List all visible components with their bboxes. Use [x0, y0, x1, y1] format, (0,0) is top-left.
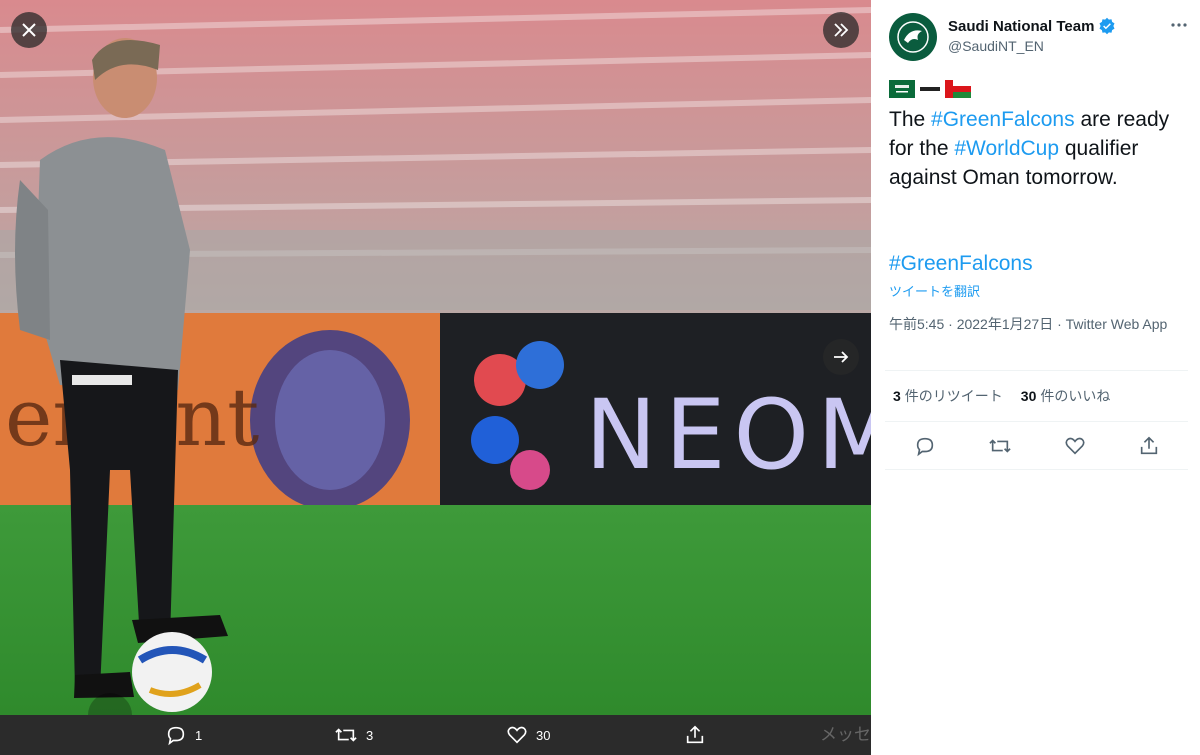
- heart-icon: [507, 726, 527, 744]
- translate-tweet-link[interactable]: ツイートを翻訳: [889, 281, 980, 300]
- viewer-retweet-count: 3: [366, 727, 374, 743]
- saudi-flag-icon: [889, 80, 915, 98]
- share-icon: [1140, 436, 1158, 455]
- messages-drawer-ghost: メッセ: [820, 725, 871, 744]
- hashtag-link-worldcup[interactable]: #WorldCup: [954, 137, 1059, 160]
- more-options-button[interactable]: [1168, 14, 1190, 36]
- like-stat[interactable]: 30 件のいいね: [1021, 386, 1111, 406]
- tweet-stats: 3 件のリツイート 30 件のいいね: [893, 386, 1110, 406]
- tweet-panel: Saudi National Team @SaudiNT_EN The #Gre…: [871, 0, 1200, 755]
- close-button[interactable]: [11, 12, 47, 48]
- viewer-like-count: 30: [536, 727, 551, 743]
- expand-panel-button[interactable]: [823, 12, 859, 48]
- like-stat-label: 件のいいね: [1040, 388, 1111, 404]
- media-viewer: ement NEOM: [0, 0, 871, 755]
- arrow-right-icon: [834, 351, 849, 363]
- photo-illustration: ement NEOM: [0, 0, 871, 715]
- verified-badge-icon: [1099, 17, 1115, 35]
- viewer-share-button[interactable]: [684, 715, 706, 755]
- double-chevron-right-icon: [834, 23, 849, 37]
- viewer-action-bar: 1 3 30: [0, 715, 871, 755]
- tweet-text-prefix: The: [889, 108, 932, 131]
- svg-text:NEOM: NEOM: [585, 379, 871, 491]
- tweet-action-bar: [911, 432, 1171, 460]
- close-icon: [22, 23, 36, 37]
- author-display-name[interactable]: Saudi National Team: [948, 18, 1094, 35]
- falcon-logo-icon: [897, 21, 929, 53]
- share-button[interactable]: [1135, 432, 1163, 460]
- divider: [885, 469, 1188, 470]
- avatar[interactable]: [889, 13, 937, 61]
- oman-flag-icon: [945, 80, 971, 98]
- dash-icon: [920, 87, 940, 91]
- tweet-photo: ement NEOM: [0, 0, 871, 715]
- like-button[interactable]: [1061, 432, 1089, 460]
- tweet-text: The #GreenFalcons are ready for the #Wor…: [889, 105, 1189, 192]
- retweet-stat[interactable]: 3 件のリツイート: [893, 386, 1003, 406]
- divider: [885, 421, 1188, 422]
- retweet-stat-count: 3: [893, 388, 901, 404]
- ellipsis-icon: [1171, 23, 1187, 27]
- reply-icon: [167, 726, 185, 746]
- tweet-timestamp[interactable]: 午前5:45 · 2022年1月27日 · Twitter Web App: [889, 314, 1179, 334]
- divider: [885, 370, 1188, 371]
- heart-icon: [1065, 437, 1085, 455]
- viewer-reply-count: 1: [195, 727, 203, 743]
- retweet-icon: [989, 439, 1011, 453]
- author-handle[interactable]: @SaudiNT_EN: [948, 38, 1044, 54]
- viewer-like-button[interactable]: 30: [506, 715, 550, 755]
- retweet-icon: [335, 728, 357, 742]
- author-name-row[interactable]: Saudi National Team: [948, 17, 1116, 35]
- viewer-retweet-button[interactable]: 3: [334, 715, 373, 755]
- share-icon: [686, 725, 704, 744]
- retweet-stat-label: 件のリツイート: [904, 388, 1003, 404]
- like-stat-count: 30: [1020, 388, 1037, 404]
- hashtag-link-greenfalcons-2[interactable]: #GreenFalcons: [889, 249, 1033, 278]
- flag-emoji-row: [889, 80, 971, 98]
- hashtag-link-greenfalcons[interactable]: #GreenFalcons: [931, 108, 1075, 131]
- retweet-button[interactable]: [986, 432, 1014, 460]
- next-image-button[interactable]: [823, 339, 859, 375]
- viewer-reply-button[interactable]: 1: [165, 715, 202, 755]
- reply-icon: [916, 437, 934, 457]
- reply-button[interactable]: [911, 432, 939, 460]
